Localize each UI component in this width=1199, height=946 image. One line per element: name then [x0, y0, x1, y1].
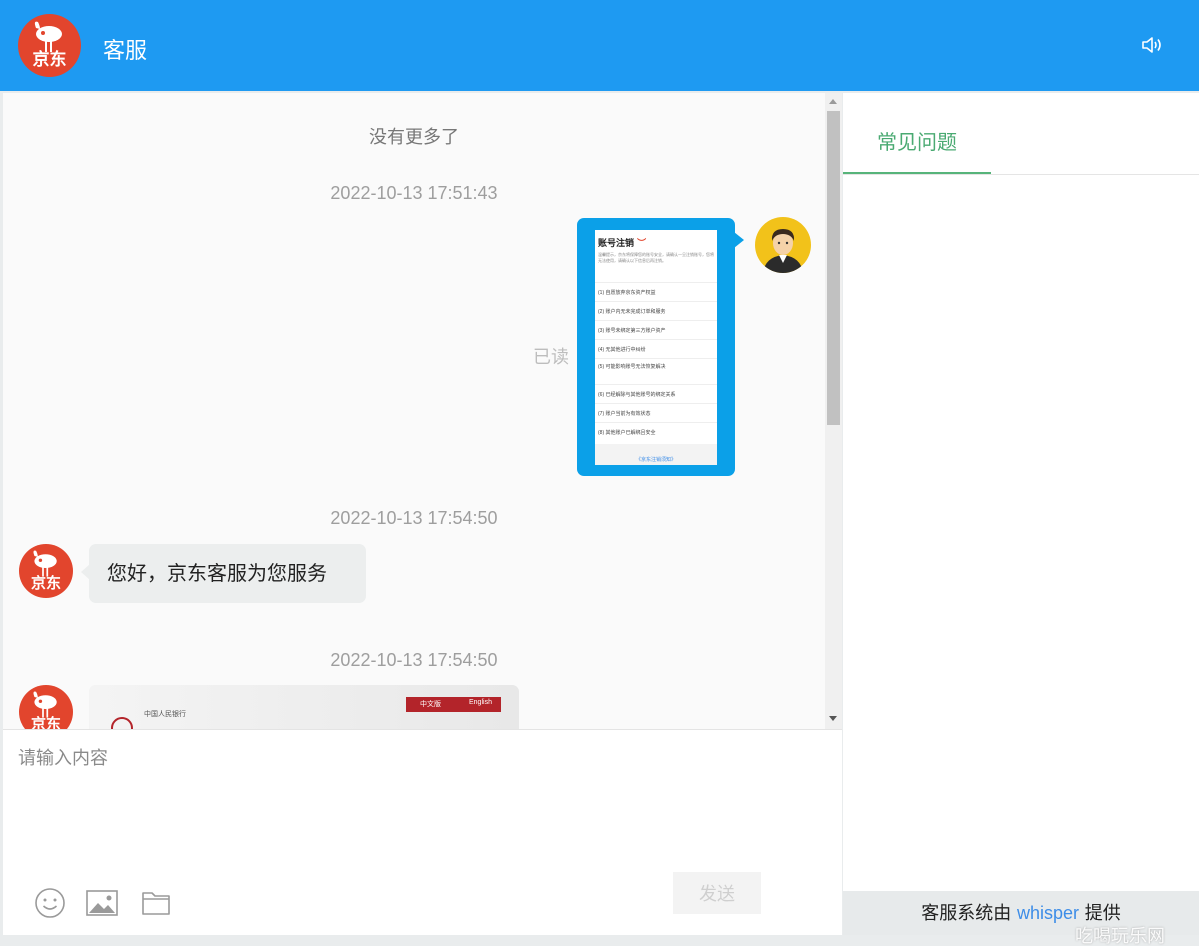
bank-emblem-icon	[111, 717, 133, 729]
doc-intro: 温馨提示，京东将保障您的账号安全，请确认一旦注销账号，您将无法使用，请确认以下信…	[598, 252, 714, 263]
doc-item: (1) 自愿放弃京东资产权益	[595, 282, 717, 301]
bot-avatar-text: 京东	[30, 574, 61, 592]
message-timestamp: 2022-10-13 17:54:50	[330, 508, 498, 528]
image-message-bubble[interactable]: 账号注销 ︶ 温馨提示，京东将保障您的账号安全，请确认一旦注销账号，您将无法使用…	[577, 218, 744, 476]
scroll-up-arrow-icon[interactable]	[829, 99, 837, 104]
site-watermark: 吃喝玩乐网	[1075, 926, 1165, 946]
speaker-icon[interactable]	[1140, 33, 1164, 57]
user-avatar	[755, 217, 811, 273]
card-language-bar: 中文版 English	[406, 697, 501, 712]
scroll-thumb[interactable]	[827, 111, 840, 425]
sad-face-icon: ︶	[637, 239, 647, 249]
bot-card-message[interactable]: 中国人民银行 中文版 English	[89, 685, 519, 729]
faq-panel: 常见问题	[843, 93, 1199, 891]
jd-logo-avatar: 京东	[18, 14, 81, 77]
page-title: 客服	[103, 39, 148, 64]
scroll-down-arrow-icon[interactable]	[829, 716, 837, 721]
send-button[interactable]: 发送	[673, 872, 761, 914]
emoji-icon[interactable]	[33, 886, 67, 920]
doc-footer-link: 《京东注销须知》	[635, 457, 676, 463]
doc-item: (4) 无其他进行中纠纷	[595, 339, 717, 358]
message-composer: 发送	[3, 729, 842, 935]
tab-faq[interactable]: 常见问题	[843, 93, 991, 175]
footer-suffix: 提供	[1084, 903, 1121, 924]
card-chinese-link[interactable]: 中文版	[420, 699, 441, 709]
doc-item: (2) 账户内无未完成订单和服务	[595, 301, 717, 320]
doc-item: (8) 其他账户已解绑且安全	[595, 422, 717, 441]
doc-item: (5) 可能影响账号无法恢复解决	[595, 358, 717, 384]
doc-item: (7) 账户当前为有效状态	[595, 403, 717, 422]
no-more-messages: 没有更多了	[369, 127, 459, 148]
user-avatar-icon	[763, 229, 803, 273]
whisper-link[interactable]: whisper	[1017, 903, 1079, 923]
bot-avatar: 京东	[19, 544, 73, 598]
doc-item: (6) 已经解除与其他账号的绑定关系	[595, 384, 717, 403]
folder-icon[interactable]	[139, 886, 173, 920]
bot-text-message: 您好，京东客服为您服务	[81, 544, 366, 603]
doc-item: (3) 账号未绑定第三方账户资产	[595, 320, 717, 339]
footer-prefix: 客服系统由	[921, 903, 1012, 924]
divider	[843, 174, 1199, 175]
card-english-link[interactable]: English	[469, 699, 492, 706]
app-header: 京东 客服	[0, 0, 1199, 91]
account-cancel-screenshot[interactable]: 账号注销 ︶ 温馨提示，京东将保障您的账号安全，请确认一旦注销账号，您将无法使用…	[595, 230, 717, 465]
message-timestamp: 2022-10-13 17:54:50	[330, 650, 498, 670]
message-timestamp: 2022-10-13 17:51:43	[330, 183, 498, 203]
doc-title: 账号注销 ︶	[598, 239, 647, 249]
card-org-label: 中国人民银行	[144, 711, 186, 718]
logo-text: 京东	[32, 50, 67, 70]
doc-footer: 《京东注销须知》	[595, 444, 717, 465]
image-icon[interactable]	[85, 886, 119, 920]
message-input[interactable]	[18, 744, 818, 864]
read-status: 已读	[533, 347, 569, 368]
chat-message-list[interactable]: 没有更多了 2022-10-13 17:51:43 账号注销 ︶ 温馨提示，京东…	[3, 93, 825, 729]
bot-avatar-text: 京东	[30, 715, 61, 729]
bot-avatar: 京东	[19, 685, 73, 729]
chat-scrollbar[interactable]	[825, 93, 842, 729]
